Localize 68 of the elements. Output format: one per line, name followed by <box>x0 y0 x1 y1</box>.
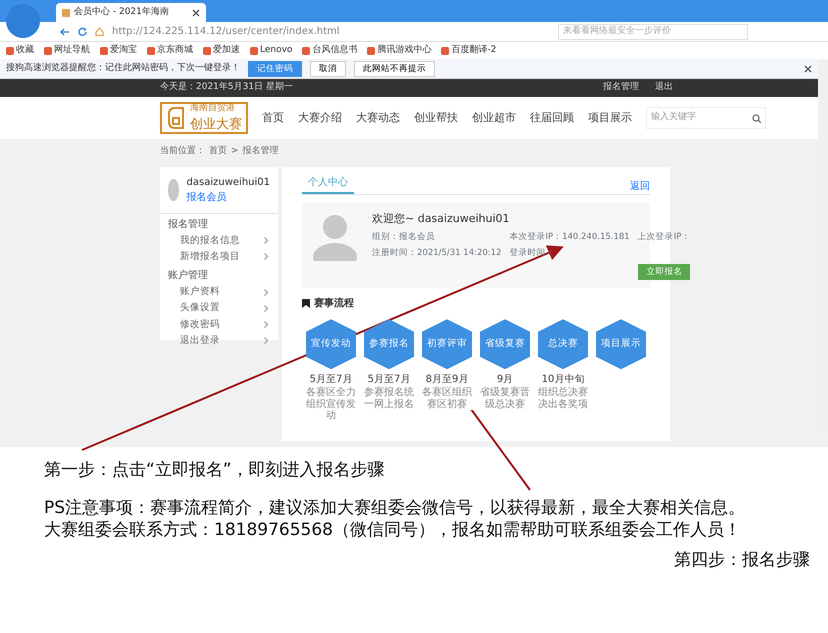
bookmark-link[interactable]: 网址导航 <box>44 44 90 58</box>
home-icon <box>95 27 104 36</box>
address-field[interactable]: http://124.225.114.12/user/center/index.html <box>112 24 550 39</box>
nav-link[interactable]: 首页 <box>262 110 284 126</box>
footer-caption: 第四步：报名步骤 <box>673 549 810 572</box>
note-text: PS注意事项：赛事流程简介，建议添加大赛组委会微信号，以获得最新，最全大赛相关信息。 <box>44 497 746 520</box>
sidebar-heading: 报名管理 <box>167 218 209 232</box>
logo-subtitle: 海南自贸港 <box>190 102 236 114</box>
close-icon <box>804 64 812 72</box>
sidebar-item[interactable]: 头像设置 <box>160 300 278 316</box>
search-icon <box>752 114 761 122</box>
page-icon <box>62 8 70 16</box>
nav-link[interactable]: 往届回顾 <box>530 110 574 126</box>
breadcrumb-text: 报名管理 <box>242 145 279 158</box>
chevron-icon <box>264 288 268 296</box>
note-text: 大赛组委会联系方式：18189765568（微信同号），报名如需帮助可联系组委会工作人员！ <box>44 519 742 542</box>
browser-logo-icon <box>6 4 40 38</box>
top-link[interactable]: 报名管理 <box>603 81 639 95</box>
info-text: 登录时间： <box>509 246 556 260</box>
info-text: 组别：报名会员 <box>372 231 436 244</box>
info-text: 注册时间：2021/5/31 14:20:12 <box>372 246 502 260</box>
bookmark-link[interactable]: 爱淘宝 <box>100 44 137 58</box>
nav-link[interactable]: 大赛介绍 <box>298 110 342 126</box>
bookmark-link[interactable]: 爱加速 <box>203 44 240 58</box>
breadcrumb-text: > <box>231 145 239 158</box>
nav-link[interactable]: 创业超市 <box>472 110 516 126</box>
bookmark-link[interactable]: 台风信息书 <box>302 44 358 58</box>
sidebar-item[interactable]: 我的报名信息 <box>160 232 278 249</box>
back-link[interactable]: 返回 <box>630 178 650 194</box>
bookmark-link[interactable]: 腾讯游戏中心 <box>367 44 432 58</box>
notice-button[interactable]: 此网站不再提示 <box>354 60 435 76</box>
notice-text: 搜狗高速浏览器提醒您：记住此网站密码，下次一键登录！ <box>6 62 240 75</box>
breadcrumb-text: 当前位置： <box>160 145 205 158</box>
sidebar-item[interactable]: 账户资料 <box>160 284 278 300</box>
bookmark-link[interactable]: Lenovo <box>250 44 292 58</box>
sidebar-item[interactable]: 退出登录 <box>160 332 278 349</box>
bookmark-icon <box>302 299 310 308</box>
sidebar-heading: 账户管理 <box>167 268 209 283</box>
sidebar-item[interactable]: 新增报名项目 <box>160 248 278 265</box>
close-icon <box>192 8 200 16</box>
back-icon <box>60 28 70 36</box>
chevron-icon <box>264 337 268 344</box>
logo-title: 创业大赛 <box>190 116 242 134</box>
notice-button[interactable]: 取消 <box>310 60 346 76</box>
date-text: 今天是：2021年5月31日 星期一 <box>160 81 293 94</box>
avatar-icon <box>168 178 179 200</box>
welcome-text: 欢迎您~ dasaizuweihui01 <box>372 210 511 226</box>
bookmark-link[interactable]: 收藏 <box>6 44 34 58</box>
nav-link[interactable]: 大赛动态 <box>356 110 400 126</box>
sidebar-item[interactable]: 修改密码 <box>160 316 278 333</box>
nav-link[interactable]: 项目展示 <box>588 110 632 126</box>
logo-mark-icon <box>166 106 186 130</box>
role-link[interactable]: 报名会员 <box>186 190 270 204</box>
chevron-icon <box>264 321 268 328</box>
chevron-icon <box>264 304 268 312</box>
bookmark-link[interactable]: 百度翻译-2 <box>441 44 496 58</box>
chevron-icon <box>264 253 268 260</box>
username-text: dasaizuweihui01 <box>186 176 270 190</box>
browser-tab[interactable]: 会员中心 - 2021年海南 <box>56 3 206 22</box>
refresh-icon <box>78 27 87 36</box>
top-link[interactable]: 退出 <box>655 81 673 95</box>
info-text: 上次登录IP： <box>638 231 690 244</box>
step-caption: 第一步：点击“立即报名”，即刻进入报名步骤 <box>44 459 386 482</box>
info-text: 本次登录IP：140.240.15.181 <box>509 231 630 244</box>
nav-link[interactable]: 创业帮扶 <box>414 110 458 126</box>
chevron-icon <box>264 237 268 244</box>
bookmark-link[interactable]: 京东商城 <box>147 44 193 58</box>
breadcrumb-link[interactable]: 首页 <box>209 145 227 158</box>
